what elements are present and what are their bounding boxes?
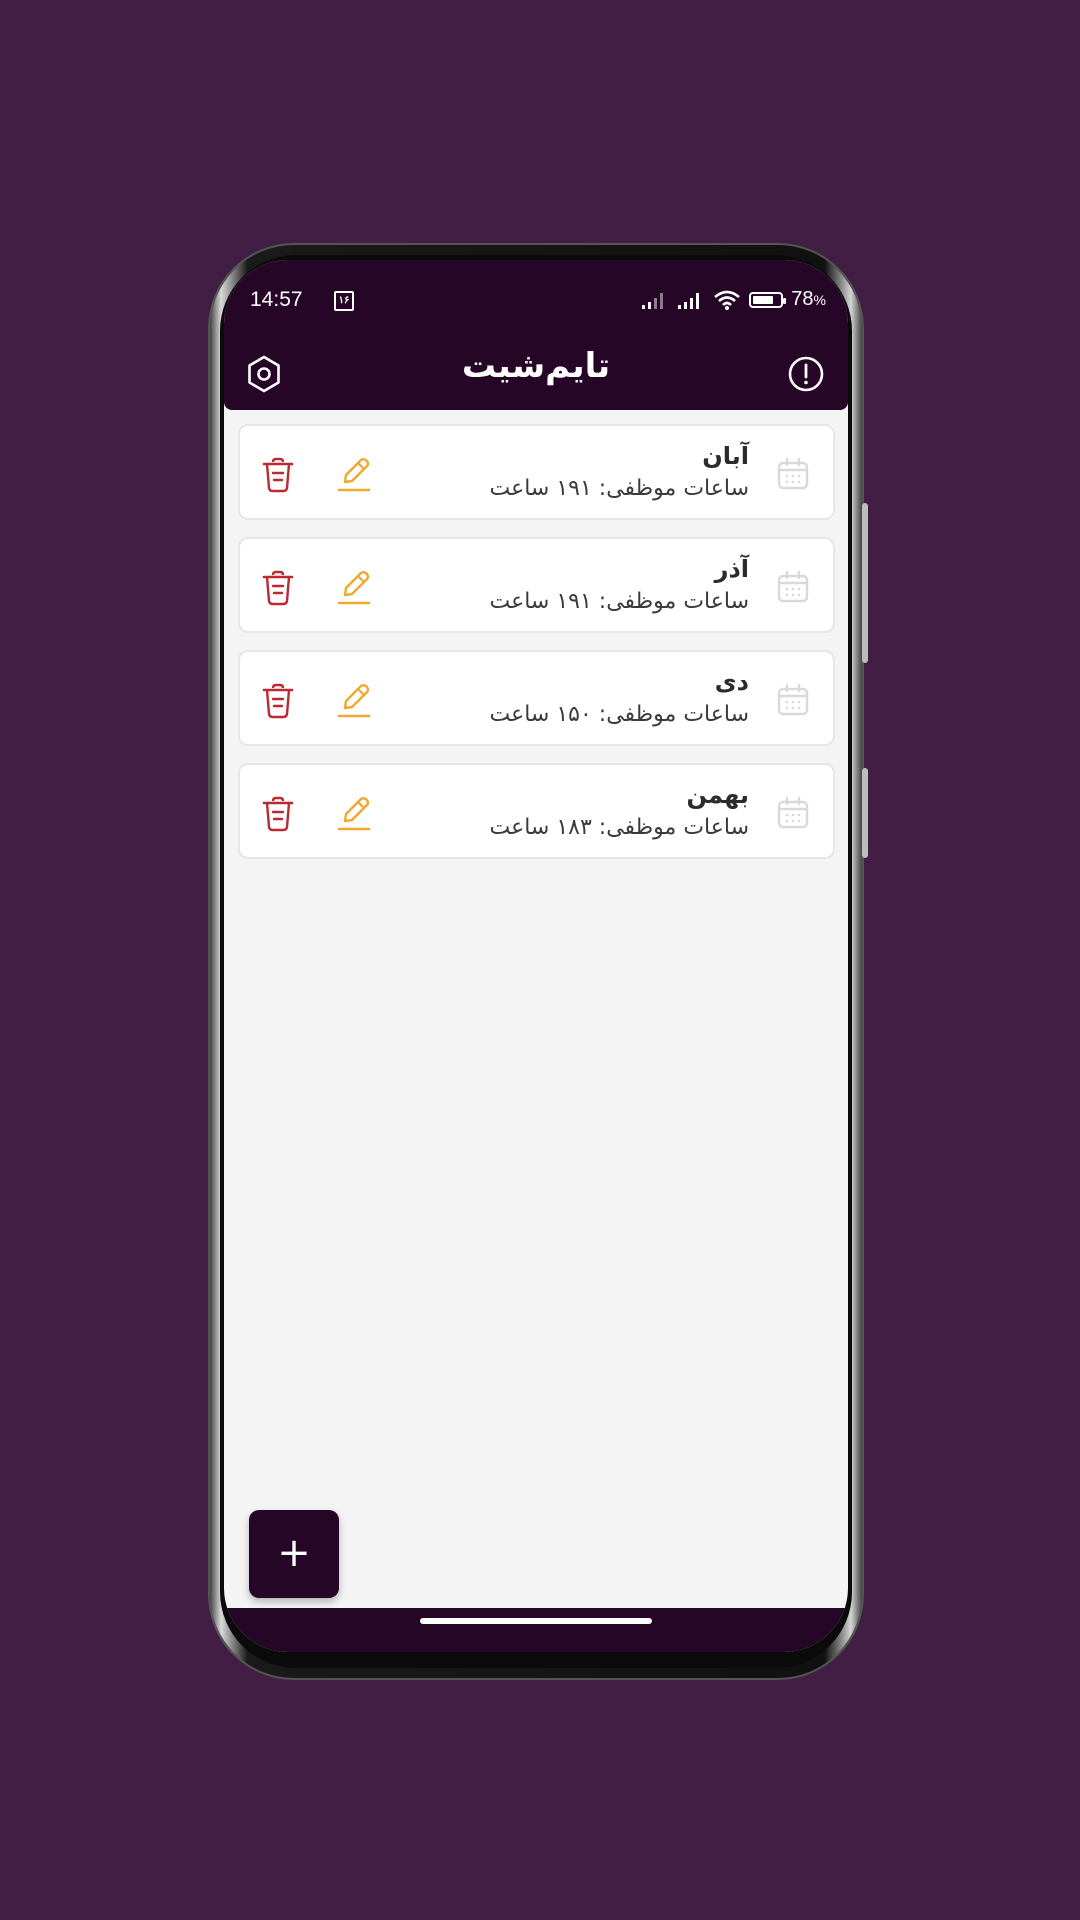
home-indicator[interactable]	[420, 1618, 652, 1624]
month-name: بهمن	[686, 781, 749, 809]
battery-level: 78%	[791, 288, 826, 311]
required-hours: ساعات موظفی: ۱۸۳ ساعت	[489, 815, 749, 840]
month-card[interactable]: آبان ساعات موظفی: ۱۹۱ ساعت	[238, 424, 835, 520]
calendar-icon	[777, 570, 809, 603]
month-card[interactable]: بهمن ساعات موظفی: ۱۸۳ ساعت	[238, 763, 835, 859]
battery-icon	[749, 291, 787, 308]
add-month-button[interactable]: +	[249, 1510, 339, 1598]
required-hours: ساعات موظفی: ۱۹۱ ساعت	[489, 589, 749, 614]
volume-button	[862, 503, 868, 663]
month-card[interactable]: آذر ساعات موظفی: ۱۹۱ ساعت	[238, 537, 835, 633]
battery-unit: %	[813, 292, 826, 308]
calendar-icon	[777, 796, 809, 829]
delete-icon[interactable]	[260, 569, 296, 607]
month-name: آبان	[702, 442, 749, 470]
app-bar: تایم‌شیت	[224, 336, 848, 416]
calendar-icon	[777, 457, 809, 490]
status-time: 14:57	[250, 288, 303, 311]
edit-icon[interactable]	[336, 795, 372, 833]
calendar-icon	[777, 683, 809, 716]
info-icon[interactable]	[784, 352, 828, 396]
bottom-bar	[224, 1608, 848, 1652]
screen: 14:57 ۱۶	[224, 260, 848, 1652]
status-right: 78%	[641, 288, 826, 311]
signal-icon	[642, 292, 664, 309]
top-bar: 14:57 ۱۶	[224, 260, 848, 410]
battery-value: 78	[791, 288, 814, 310]
calendar-badge-icon: ۱۶	[334, 291, 354, 311]
month-name: آذر	[714, 555, 749, 583]
month-card[interactable]: دی ساعات موظفی: ۱۵۰ ساعت	[238, 650, 835, 746]
edit-icon[interactable]	[336, 456, 372, 494]
edit-icon[interactable]	[336, 682, 372, 720]
power-button	[862, 768, 868, 858]
status-bar: 14:57 ۱۶ 78%	[246, 286, 826, 320]
edit-icon[interactable]	[336, 569, 372, 607]
required-hours: ساعات موظفی: ۱۵۰ ساعت	[489, 702, 749, 727]
signal-icon-2	[678, 292, 700, 309]
delete-icon[interactable]	[260, 795, 296, 833]
required-hours: ساعات موظفی: ۱۹۱ ساعت	[489, 476, 749, 501]
battery-fill	[753, 295, 774, 304]
delete-icon[interactable]	[260, 456, 296, 494]
delete-icon[interactable]	[260, 682, 296, 720]
wifi-icon	[714, 290, 741, 310]
device-stage: 14:57 ۱۶	[0, 0, 1080, 1920]
month-name: دی	[714, 668, 749, 696]
page-title: تایم‌شیت	[461, 346, 611, 386]
month-list: آبان ساعات موظفی: ۱۹۱ ساعت آذر ساعات موظفی…	[238, 424, 835, 876]
